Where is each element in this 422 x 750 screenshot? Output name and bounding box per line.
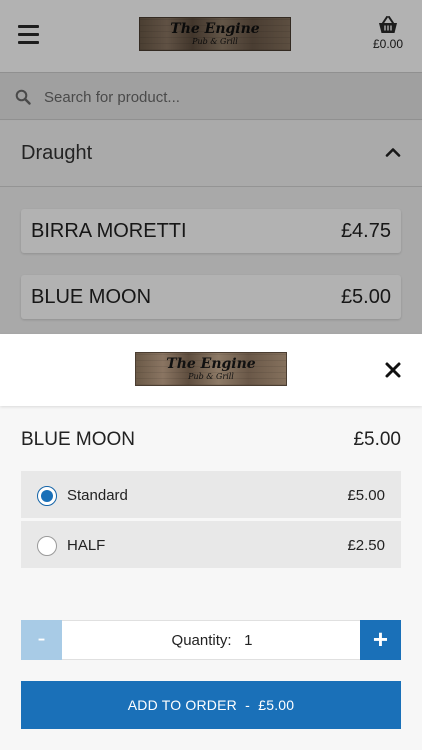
close-icon[interactable] (384, 361, 402, 379)
item-name: BLUE MOON (21, 429, 136, 450)
option-half[interactable]: HALF £2.50 (21, 521, 401, 571)
increase-quantity-button[interactable]: + (360, 620, 401, 660)
item-price: £5.00 (353, 429, 401, 450)
option-standard[interactable]: Standard £5.00 (21, 471, 401, 521)
product-options-modal: The Engine Pub & Grill BLUE MOON £5.00 S… (0, 334, 422, 750)
option-label: HALF (67, 537, 106, 554)
modal-backdrop[interactable] (0, 0, 422, 334)
add-to-order-button[interactable]: ADD TO ORDER - £5.00 (21, 681, 401, 729)
quantity-display: Quantity: 1 (22, 632, 402, 649)
modal-logo: The Engine Pub & Grill (135, 352, 287, 386)
add-price: £5.00 (258, 697, 295, 713)
option-label: Standard (67, 487, 128, 504)
quantity-label: Quantity: (171, 632, 232, 649)
option-price: £2.50 (347, 537, 385, 554)
logo-subtitle: Pub & Grill (188, 372, 234, 381)
add-label: ADD TO ORDER (127, 697, 237, 713)
modal-header: The Engine Pub & Grill (0, 334, 422, 406)
quantity-stepper: - Quantity: 1 + (21, 620, 401, 660)
radio-standard[interactable] (37, 486, 57, 506)
logo-title: The Engine (166, 356, 256, 372)
radio-half[interactable] (37, 536, 57, 556)
option-price: £5.00 (347, 487, 385, 504)
size-options: Standard £5.00 HALF £2.50 (21, 471, 401, 571)
quantity-value: 1 (244, 632, 253, 649)
